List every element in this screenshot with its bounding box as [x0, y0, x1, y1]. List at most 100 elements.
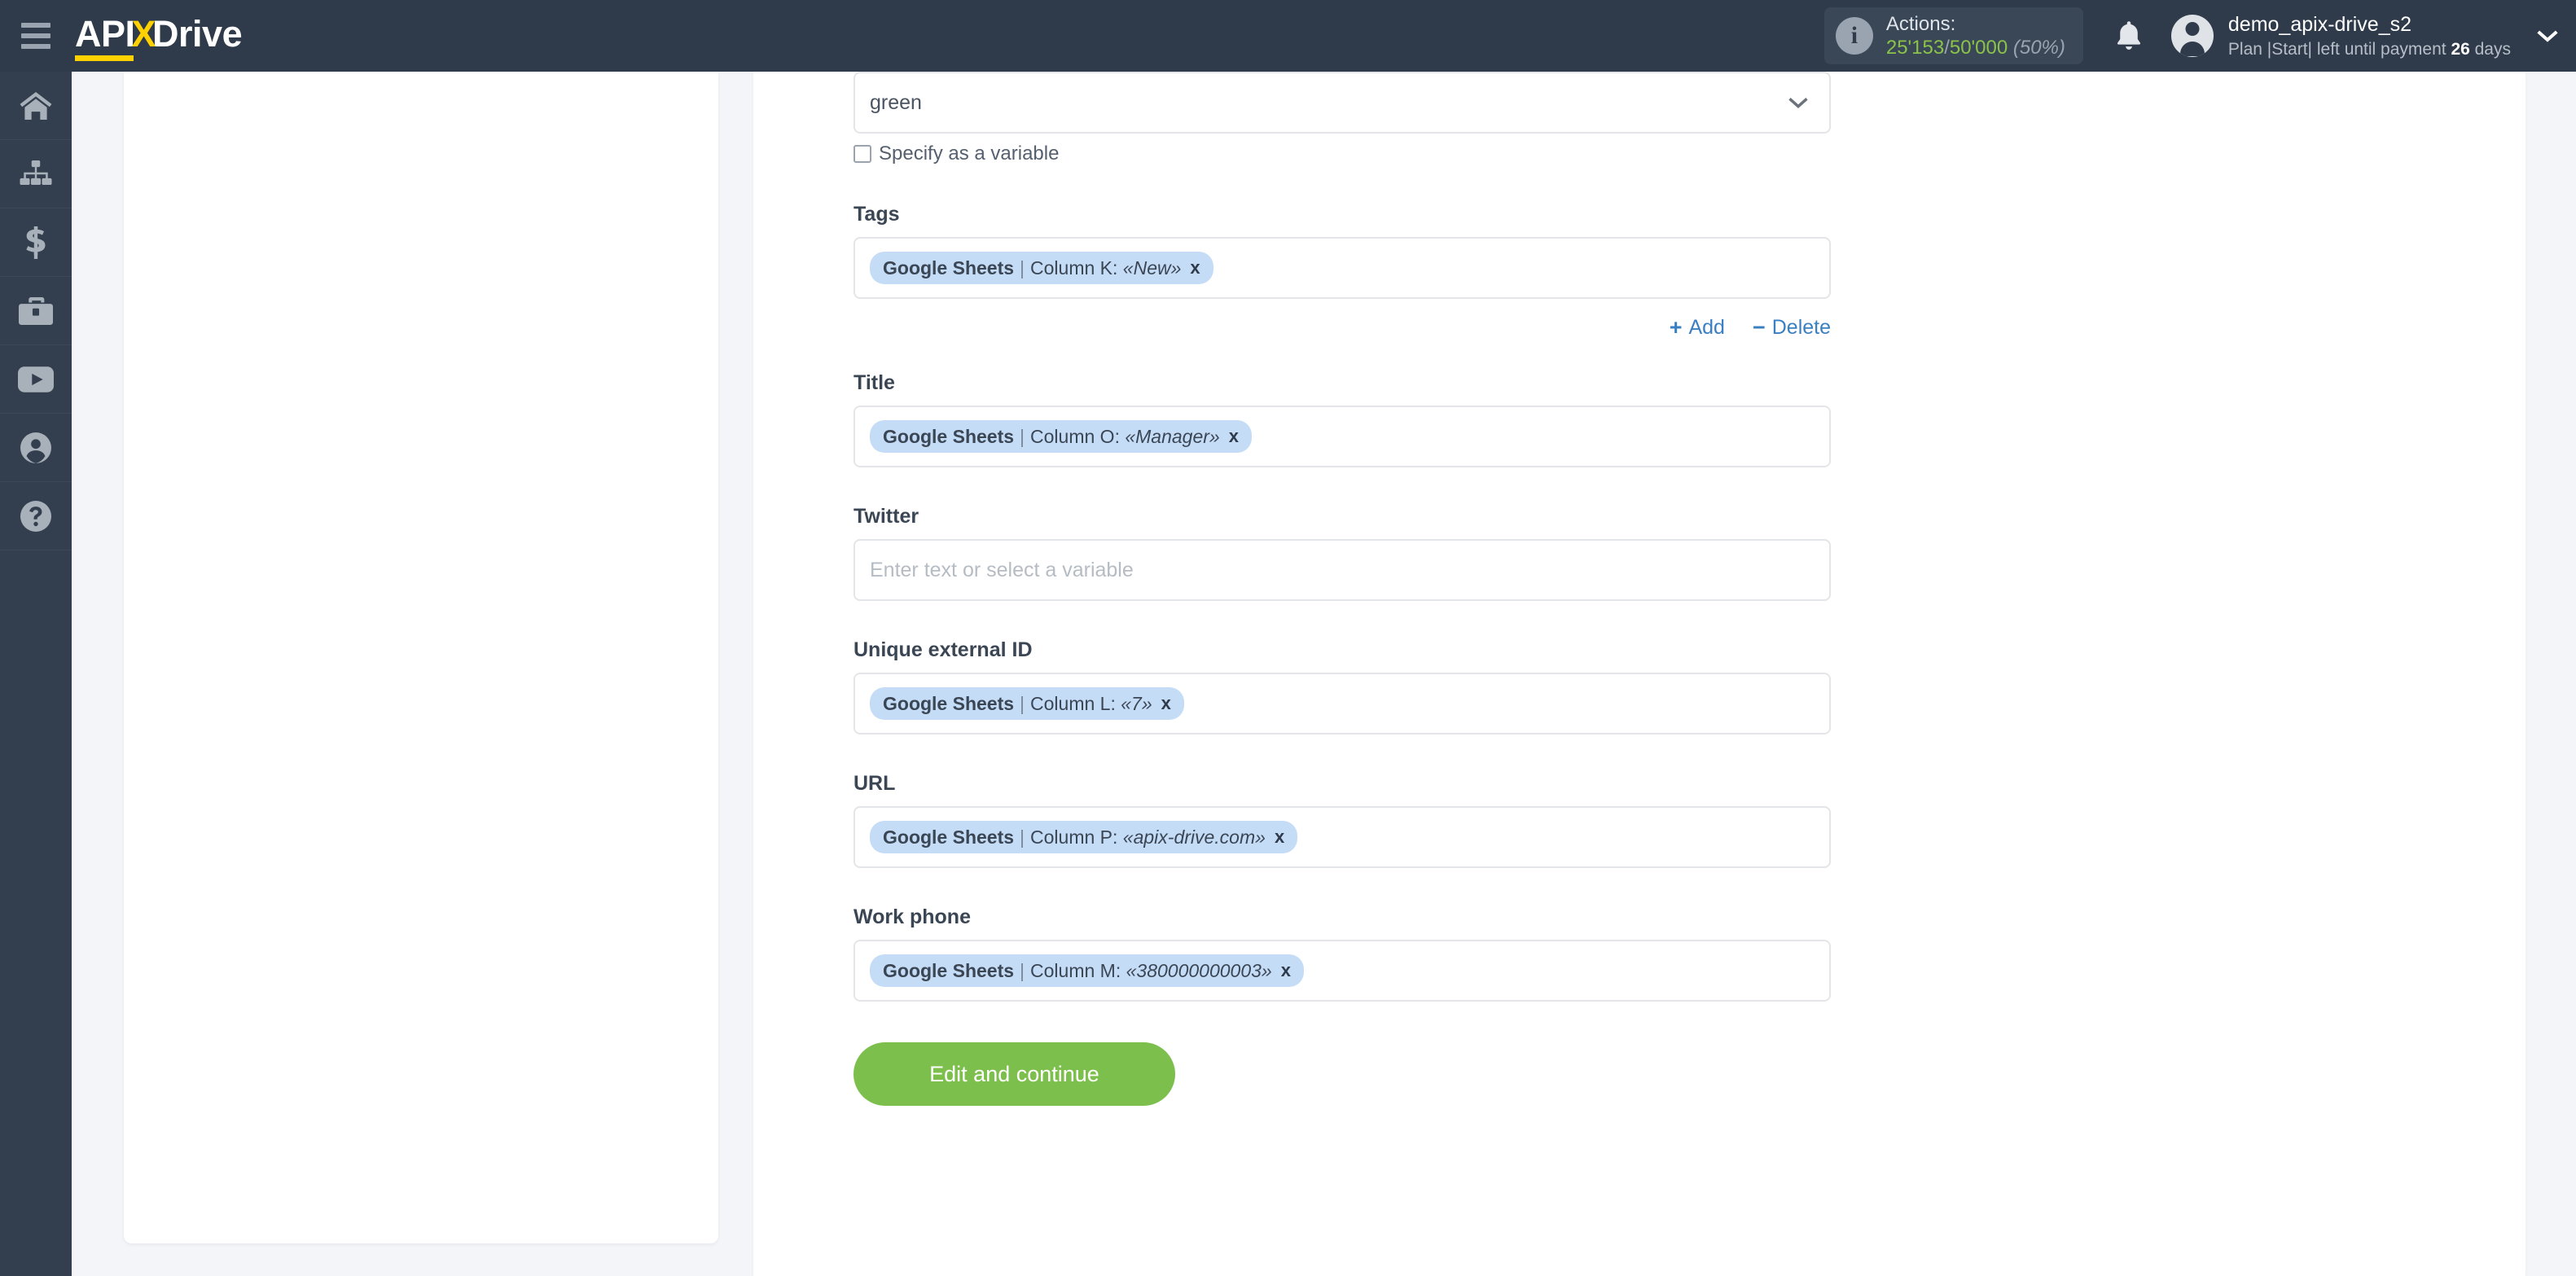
- specify-as-variable-label: Specify as a variable: [879, 143, 1060, 164]
- info-icon: i: [1835, 17, 1873, 55]
- field-unique-external-id: Unique external ID Google Sheets | Column …: [854, 638, 1831, 734]
- actions-percent: (50%): [2012, 37, 2065, 59]
- url-input[interactable]: Google Sheets | Column P: «apix-drive.com»…: [854, 806, 1831, 868]
- variable-chip[interactable]: Google Sheets | Column L: «7» x: [870, 686, 1184, 721]
- chevron-down-icon[interactable]: [2519, 0, 2576, 72]
- tags-add-delete-row: + Add − Delete: [854, 315, 1831, 340]
- actions-values: 25'153/50'000 (50%): [1886, 36, 2065, 59]
- chip-source: Google Sheets: [883, 257, 1015, 278]
- actions-used: 25'153: [1885, 37, 1945, 59]
- delete-button[interactable]: − Delete: [1753, 315, 1831, 340]
- plan-days: 26: [2451, 39, 2470, 59]
- plan-prefix: Plan |Start| left until payment: [2227, 39, 2451, 59]
- minus-icon: −: [1752, 315, 1766, 340]
- sidebar-item-account[interactable]: [0, 414, 72, 482]
- twitter-input[interactable]: Enter text or select a variable: [854, 539, 1831, 601]
- sidebar-item-billing[interactable]: [0, 208, 72, 277]
- tags-input[interactable]: Google Sheets | Column K: «New» x: [854, 237, 1831, 299]
- delete-label: Delete: [1771, 316, 1831, 339]
- status-select[interactable]: green: [854, 72, 1831, 134]
- checkbox-box: [854, 145, 871, 163]
- field-label-tags: Tags: [854, 203, 900, 226]
- plan-suffix: days: [2469, 39, 2511, 59]
- actions-label: Actions:: [1885, 12, 1956, 35]
- logo-drive-text: Drive: [152, 13, 243, 55]
- top-bar: API X Drive i Actions: 25'153/50'000 (50%)…: [0, 0, 2576, 72]
- actions-total: 50'000: [1949, 37, 2008, 59]
- chip-source: Google Sheets: [883, 826, 1015, 848]
- notifications-bell-icon[interactable]: [2098, 0, 2160, 72]
- hamburger-line: [21, 44, 50, 49]
- chip-column: Column L:: [1030, 692, 1116, 714]
- apix-drive-logo[interactable]: API X Drive: [75, 13, 243, 61]
- variable-chip[interactable]: Google Sheets | Column O: «Manager» x: [870, 419, 1252, 454]
- chip-separator: |: [1020, 257, 1025, 278]
- field-twitter: Twitter Enter text or select a variable: [854, 505, 1831, 601]
- field-url: URL Google Sheets | Column P: «apix-drive.…: [854, 772, 1831, 868]
- unique-external-id-input[interactable]: Google Sheets | Column L: «7» x: [854, 673, 1831, 734]
- variable-chip[interactable]: Google Sheets | Column K: «New» x: [870, 251, 1213, 285]
- bell-glyph: [2117, 21, 2140, 50]
- field-work-phone: Work phone Google Sheets | Column M: «3800…: [854, 905, 1831, 1002]
- field-status: green Specify as a variable: [854, 72, 1831, 165]
- add-button[interactable]: + Add: [1670, 315, 1725, 340]
- work-phone-input[interactable]: Google Sheets | Column M: «380000000003» x: [854, 940, 1831, 1002]
- chip-separator: |: [1020, 692, 1025, 714]
- sidebar-item-connections[interactable]: [0, 140, 72, 208]
- chip-remove-icon[interactable]: x: [1275, 827, 1284, 847]
- specify-as-variable-checkbox[interactable]: Specify as a variable: [854, 143, 1831, 165]
- title-input[interactable]: Google Sheets | Column O: «Manager» x: [854, 406, 1831, 467]
- chip-value: «New»: [1122, 257, 1182, 278]
- sidebar-item-business[interactable]: [0, 277, 72, 345]
- left-icon-rail: [0, 72, 72, 1276]
- field-title: Title Google Sheets | Column O: «Manager» x: [854, 371, 1831, 467]
- chip-remove-icon[interactable]: x: [1190, 257, 1200, 278]
- user-account-block[interactable]: demo_apix-drive_s2 Plan |Start| left unt…: [2160, 11, 2519, 60]
- connections-icon: [20, 160, 52, 185]
- sidebar-item-home[interactable]: [0, 72, 72, 140]
- chip-column: Column M:: [1030, 959, 1121, 981]
- sidebar-item-video[interactable]: [0, 345, 72, 414]
- user-name: demo_apix-drive_s2: [2227, 13, 2412, 37]
- sidebar-item-help[interactable]: [0, 482, 72, 550]
- field-label-title: Title: [854, 371, 895, 394]
- variable-chip[interactable]: Google Sheets | Column P: «apix-drive.com»…: [870, 820, 1298, 854]
- chip-remove-icon[interactable]: x: [1229, 426, 1239, 446]
- actions-separator: /: [1944, 37, 1950, 59]
- field-label-unique-external-id: Unique external ID: [854, 638, 1033, 661]
- chip-column: Column P:: [1030, 826, 1118, 848]
- chip-column: Column K:: [1030, 257, 1118, 278]
- chip-remove-icon[interactable]: x: [1281, 960, 1291, 980]
- actions-quota-text: Actions: 25'153/50'000 (50%): [1886, 12, 2065, 60]
- field-label-work-phone: Work phone: [854, 905, 971, 928]
- variable-chip[interactable]: Google Sheets | Column M: «380000000003» x: [870, 954, 1304, 988]
- form-container: green Specify as a variable Tags Google …: [854, 72, 1831, 1106]
- chip-value: «7»: [1121, 692, 1152, 714]
- chip-column: Column O:: [1030, 425, 1120, 447]
- dollar-icon: [26, 226, 46, 259]
- chevron-down-glyph: [1788, 98, 1808, 109]
- actions-quota-box[interactable]: i Actions: 25'153/50'000 (50%): [1823, 7, 2083, 64]
- chip-remove-icon[interactable]: x: [1161, 693, 1171, 713]
- help-icon: [20, 500, 51, 532]
- hamburger-menu-icon[interactable]: [0, 0, 72, 72]
- page-body: green Specify as a variable Tags Google …: [72, 72, 2576, 1276]
- user-icon: [20, 432, 51, 463]
- field-label-twitter: Twitter: [854, 505, 919, 528]
- edit-and-continue-button[interactable]: Edit and continue: [854, 1042, 1175, 1106]
- chevron-down-icon: [1787, 96, 1810, 110]
- hamburger-line: [21, 23, 50, 28]
- chip-value: «apix-drive.com»: [1122, 826, 1266, 848]
- youtube-icon: [18, 366, 54, 392]
- home-icon: [20, 91, 52, 120]
- chip-source: Google Sheets: [883, 692, 1015, 714]
- chip-separator: |: [1020, 425, 1025, 447]
- chip-value: «380000000003»: [1126, 959, 1272, 981]
- chip-separator: |: [1020, 959, 1025, 981]
